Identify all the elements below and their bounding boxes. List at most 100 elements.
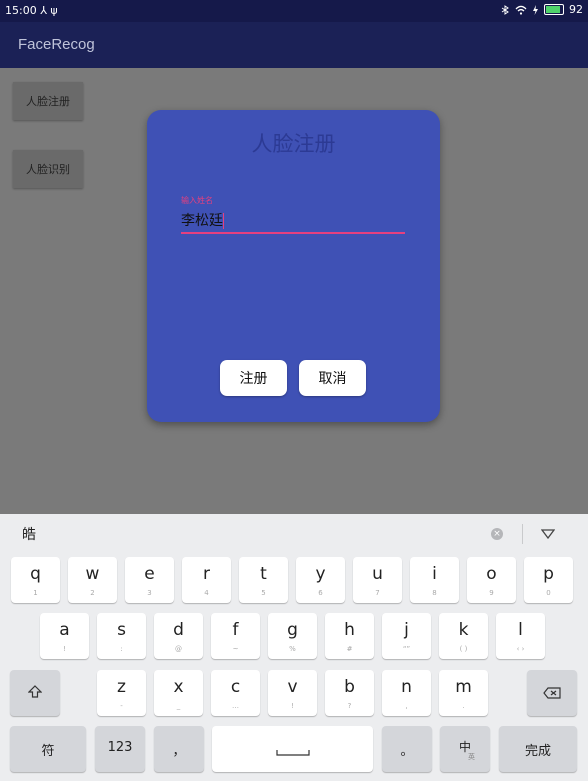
key-a[interactable]: a! [40, 613, 89, 659]
key-m[interactable]: m. [439, 670, 488, 716]
key-alt-char: # [346, 645, 353, 653]
done-key[interactable]: 完成 [499, 726, 577, 772]
key-char: l [518, 620, 523, 640]
shift-key[interactable] [10, 670, 60, 716]
name-input[interactable]: 李松廷 [181, 210, 405, 234]
key-alt-char: 4 [204, 589, 209, 597]
key-alt-char: _ [176, 702, 181, 710]
key-char: s [117, 620, 126, 640]
key-z[interactable]: z- [97, 670, 146, 716]
name-input-value: 李松廷 [181, 213, 223, 229]
key-e[interactable]: e3 [125, 557, 174, 603]
key-r[interactable]: r4 [182, 557, 231, 603]
key-alt-char: “” [402, 645, 411, 653]
key-alt-char: , [405, 702, 408, 710]
done-key-label: 完成 [524, 744, 551, 759]
bluetooth-icon [501, 4, 509, 15]
key-u[interactable]: u7 [353, 557, 402, 603]
key-char: f [232, 620, 239, 640]
key-q[interactable]: q1 [11, 557, 60, 603]
key-alt-char: : [120, 645, 123, 653]
key-char: t [260, 564, 267, 584]
key-char: a [59, 620, 70, 640]
key-t[interactable]: t5 [239, 557, 288, 603]
key-char: y [315, 564, 326, 584]
key-b[interactable]: b? [325, 670, 374, 716]
key-j[interactable]: j “” [382, 613, 431, 659]
key-char: z [117, 677, 126, 697]
numbers-key[interactable]: 123 [95, 726, 145, 772]
key-char: p [543, 564, 554, 584]
period-key[interactable]: 。 [382, 726, 432, 772]
dialog-title: 人脸注册 [251, 132, 336, 156]
language-key-sub: 英 [468, 753, 475, 761]
key-alt-char: % [289, 645, 296, 653]
key-alt-char: … [232, 702, 239, 710]
key-alt-char: 3 [147, 589, 152, 597]
soft-keyboard: 皓 × q1w2e3r4t5y6u7i8o9p0 a! s: d @ f ~ g% h # j “”… [0, 514, 588, 781]
cancel-button[interactable]: 取消 [299, 360, 366, 396]
key-c[interactable]: c… [211, 670, 260, 716]
key-l[interactable]: l ‹ › [496, 613, 545, 659]
language-switch-key[interactable]: 中 英 [440, 726, 490, 772]
key-char: d [173, 620, 184, 640]
backspace-key[interactable] [527, 670, 577, 716]
key-h[interactable]: h # [325, 613, 374, 659]
key-alt-char: ( ) [459, 645, 468, 653]
key-x[interactable]: x _ [154, 670, 203, 716]
key-alt-char: ! [291, 702, 294, 710]
key-alt-char: 2 [90, 589, 95, 597]
key-w[interactable]: w2 [68, 557, 117, 603]
hide-keyboard-icon[interactable] [541, 529, 555, 539]
key-char: v [287, 677, 298, 697]
shift-icon [27, 685, 43, 698]
key-o[interactable]: o9 [467, 557, 516, 603]
comma-key-label: ， [172, 744, 186, 759]
key-alt-char: . [462, 702, 465, 710]
key-k[interactable]: k ( ) [439, 613, 488, 659]
face-register-button[interactable]: 人脸注册 [13, 82, 83, 120]
candidate-word[interactable]: 皓 [22, 524, 36, 544]
key-alt-char: - [120, 702, 123, 710]
key-s[interactable]: s: [97, 613, 146, 659]
wifi-icon [515, 5, 527, 15]
key-char: u [372, 564, 383, 584]
key-v[interactable]: v! [268, 670, 317, 716]
candidate-divider [522, 524, 523, 544]
key-p[interactable]: p0 [524, 557, 573, 603]
key-g[interactable]: g% [268, 613, 317, 659]
comma-key[interactable]: ， [154, 726, 204, 772]
key-char: n [401, 677, 412, 697]
key-char: w [85, 564, 100, 584]
candidate-bar: 皓 × [0, 514, 588, 552]
symbols-key[interactable]: 符 [10, 726, 86, 772]
key-char: o [486, 564, 497, 584]
key-d[interactable]: d @ [154, 613, 203, 659]
key-char: k [458, 620, 469, 640]
key-char: g [287, 620, 298, 640]
key-char: q [30, 564, 41, 584]
battery-level: 92 [569, 3, 583, 16]
clear-icon[interactable]: × [491, 528, 503, 540]
space-key[interactable] [212, 726, 373, 772]
battery-icon [544, 4, 564, 15]
register-button[interactable]: 注册 [220, 360, 287, 396]
app-bar: FaceRecog [0, 22, 588, 68]
register-dialog: 人脸注册 输入姓名 李松廷 注册 取消 [147, 110, 440, 422]
status-right: 92 [500, 3, 583, 16]
symbols-key-label: 符 [41, 744, 55, 759]
key-alt-char: 9 [489, 589, 494, 597]
key-alt-char: 7 [375, 589, 380, 597]
key-n[interactable]: n, [382, 670, 431, 716]
status-icons: ⅄ ψ [40, 4, 58, 17]
key-char: e [144, 564, 155, 584]
key-y[interactable]: y6 [296, 557, 345, 603]
key-char: r [203, 564, 210, 584]
status-bar: 15:00 ⅄ ψ 92 [0, 0, 588, 22]
key-alt-char: 0 [546, 589, 551, 597]
key-f[interactable]: f ~ [211, 613, 260, 659]
key-i[interactable]: i8 [410, 557, 459, 603]
key-char: x [173, 677, 184, 697]
face-recognize-button[interactable]: 人脸识别 [13, 150, 83, 188]
key-alt-char: 8 [432, 589, 437, 597]
